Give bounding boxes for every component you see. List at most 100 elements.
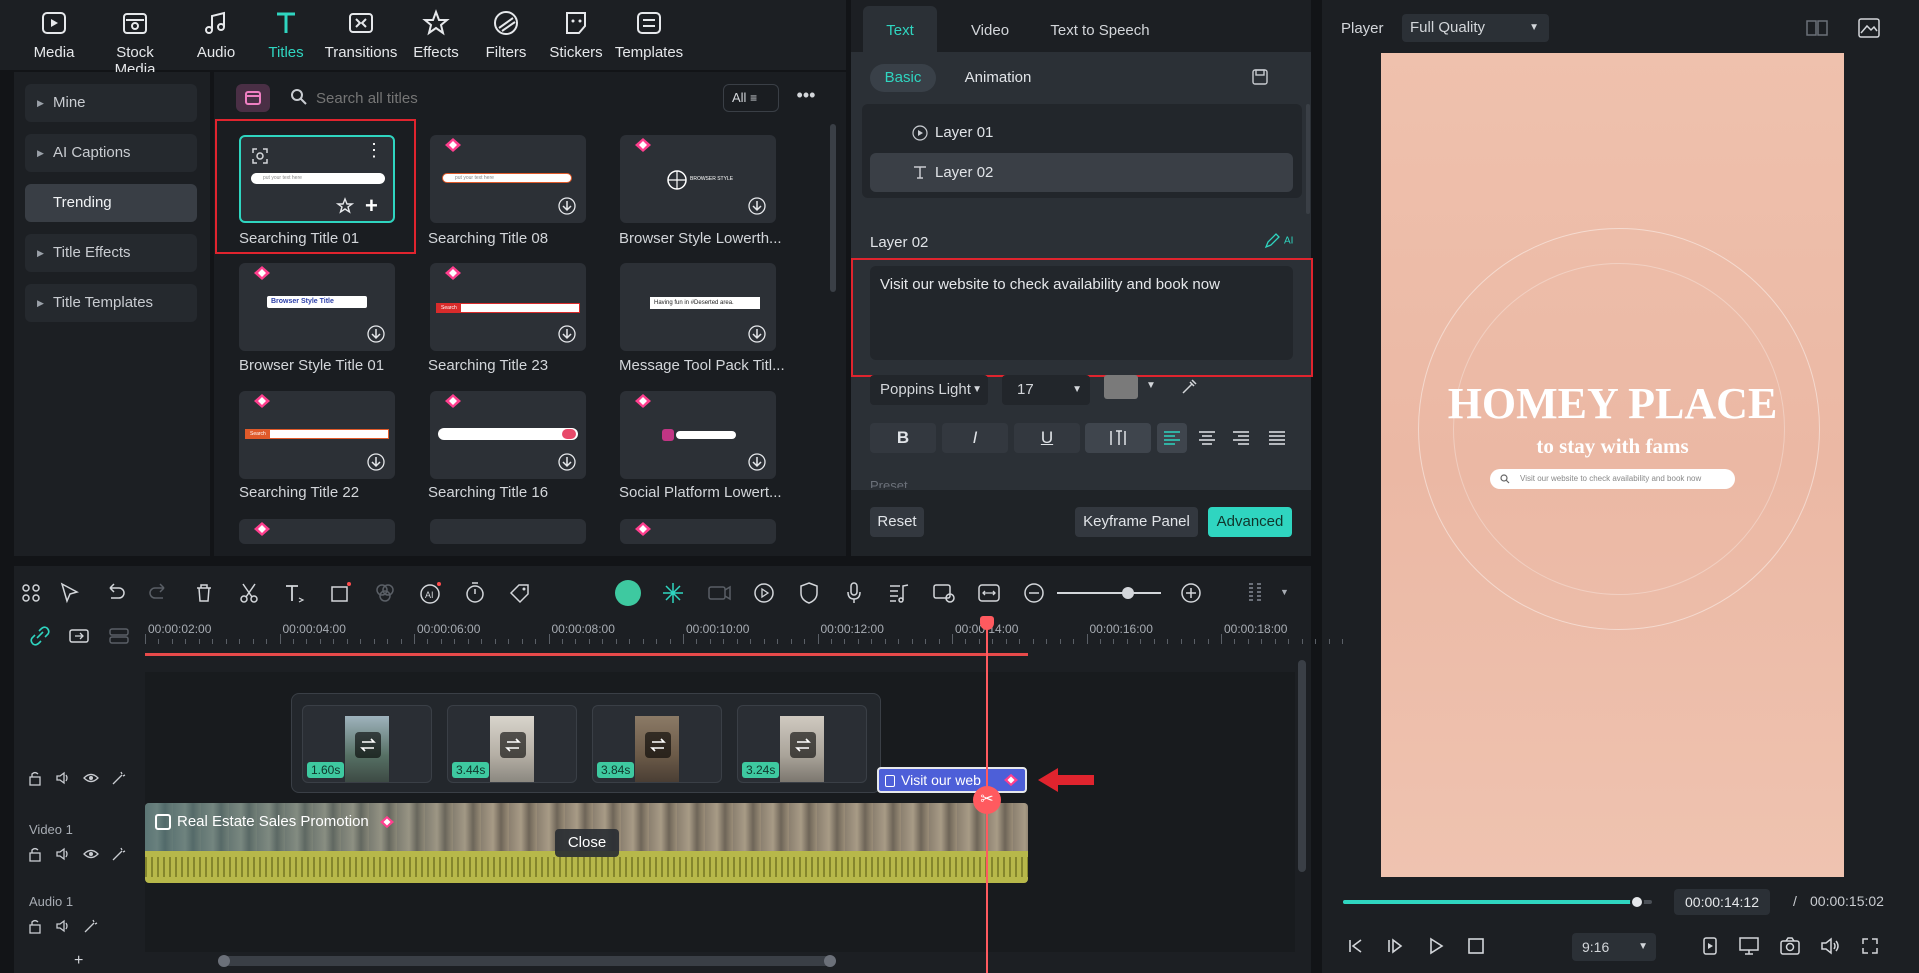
snapshot-icon[interactable] xyxy=(1779,936,1801,956)
layout-grid-icon[interactable] xyxy=(18,580,44,606)
chevron-down-icon[interactable]: ▼ xyxy=(1280,587,1289,597)
magic-wand-icon[interactable] xyxy=(111,770,127,786)
playback-progress-knob[interactable] xyxy=(1629,895,1644,909)
title-thumb-partial[interactable] xyxy=(620,519,776,544)
category-trending[interactable]: Trending xyxy=(25,184,197,222)
auto-reframe-icon[interactable] xyxy=(706,580,732,606)
play-icon[interactable] xyxy=(1426,936,1446,956)
category-title-effects[interactable]: ▶ Title Effects xyxy=(25,234,197,272)
previous-frame-icon[interactable] xyxy=(1345,936,1365,956)
clip-thumb-2[interactable]: 3.44s xyxy=(447,705,577,783)
italic-button[interactable]: I xyxy=(942,423,1008,453)
timeline-horizontal-scrollbar[interactable] xyxy=(218,955,836,967)
download-icon[interactable] xyxy=(558,325,576,343)
keyframe-panel-button[interactable]: Keyframe Panel xyxy=(1075,507,1198,537)
aspect-ratio-select[interactable]: 9:16 ▼ xyxy=(1572,933,1656,961)
clip-thumb-3[interactable]: 3.84s xyxy=(592,705,722,783)
title-thumb-message-tool-pack[interactable]: Having fun in #Deserted area. xyxy=(620,263,776,351)
save-preset-icon[interactable] xyxy=(1251,68,1269,86)
zoom-slider-knob[interactable] xyxy=(1122,587,1134,599)
split-scissors-button[interactable]: ✂ xyxy=(973,786,1001,814)
keyframe-tag-icon[interactable] xyxy=(507,580,533,606)
advanced-button[interactable]: Advanced xyxy=(1208,507,1292,537)
monitor-icon[interactable] xyxy=(1738,936,1760,956)
fullscreen-icon[interactable] xyxy=(1860,936,1880,956)
eye-icon[interactable] xyxy=(83,770,99,786)
audio-mixer-icon[interactable] xyxy=(886,580,912,606)
split-scissors-icon[interactable] xyxy=(236,580,262,606)
toolbar-templates[interactable]: Templates xyxy=(609,8,689,61)
subtab-basic[interactable]: Basic xyxy=(870,64,936,92)
align-center-button[interactable] xyxy=(1192,423,1222,453)
zoom-slider[interactable] xyxy=(1057,587,1161,599)
download-icon[interactable] xyxy=(558,197,576,215)
tab-video[interactable]: Video xyxy=(955,6,1025,52)
underline-button[interactable]: U xyxy=(1014,423,1080,453)
category-title-templates[interactable]: ▶ Title Templates xyxy=(25,284,197,322)
toolbar-transitions[interactable]: Transitions xyxy=(321,8,401,61)
toolbar-effects[interactable]: Effects xyxy=(396,8,476,61)
magic-wand-icon[interactable] xyxy=(83,918,99,934)
toolbar-titles[interactable]: Titles xyxy=(246,8,326,61)
snap-icon[interactable] xyxy=(660,580,686,606)
align-right-button[interactable] xyxy=(1226,423,1256,453)
toolbar-stickers[interactable]: Stickers xyxy=(536,8,616,61)
title-thumb-partial[interactable] xyxy=(239,519,395,544)
font-family-select[interactable]: Poppins Light ▼ xyxy=(870,375,988,405)
filter-all-button[interactable]: All ≡ xyxy=(723,84,779,112)
undo-icon[interactable] xyxy=(102,580,128,606)
quality-select[interactable]: Full Quality ▼ xyxy=(1402,14,1549,42)
download-icon[interactable] xyxy=(367,453,385,471)
image-icon[interactable] xyxy=(1857,17,1881,39)
ai-edit-icon[interactable]: AI xyxy=(1264,233,1293,249)
timeline-settings-icon[interactable] xyxy=(1242,580,1268,606)
toolbar-media[interactable]: Media xyxy=(14,8,94,61)
bold-button[interactable]: B xyxy=(870,423,936,453)
title-thumb-browser-lowerthird[interactable]: BROWSER STYLE xyxy=(620,135,776,223)
title-thumb-searching-08[interactable]: put your text here xyxy=(430,135,586,223)
timeline-ruler[interactable]: 00:00:02:00 00:00:04:00 00:00:06:00 00:00:0… xyxy=(145,616,1344,650)
font-color-swatch[interactable] xyxy=(1104,375,1138,399)
reset-button[interactable]: Reset xyxy=(870,507,924,537)
color-match-icon[interactable] xyxy=(372,580,398,606)
video-preview[interactable]: HOMEY PLACE to stay with fams Visit our … xyxy=(1381,53,1844,877)
align-left-button[interactable] xyxy=(1157,423,1187,453)
speed-timer-icon[interactable] xyxy=(462,580,488,606)
select-tool-icon[interactable] xyxy=(57,580,83,606)
zoom-out-icon[interactable] xyxy=(1021,580,1047,606)
shield-icon[interactable] xyxy=(796,580,822,606)
subtab-animation[interactable]: Animation xyxy=(953,64,1043,92)
clip-thumb-1[interactable]: 1.60s xyxy=(302,705,432,783)
chevron-down-icon[interactable]: ▼ xyxy=(1146,380,1156,391)
stop-icon[interactable] xyxy=(1466,936,1486,956)
toolbar-filters[interactable]: Filters xyxy=(466,8,546,61)
text-tool-icon[interactable] xyxy=(281,580,307,606)
title-thumb-searching-23[interactable]: Search xyxy=(430,263,586,351)
toolbar-stock-media[interactable]: Stock Media xyxy=(95,8,175,78)
more-options-button[interactable]: ••• xyxy=(792,84,820,112)
microphone-icon[interactable] xyxy=(841,580,867,606)
toolbar-audio[interactable]: Audio xyxy=(176,8,256,61)
title-clip[interactable]: Visit our web xyxy=(877,767,1027,793)
title-thumb-searching-16[interactable] xyxy=(430,391,586,479)
title-thumb-partial[interactable] xyxy=(430,519,586,544)
eyedropper-icon[interactable] xyxy=(1180,378,1198,396)
close-button[interactable]: Close xyxy=(555,829,619,857)
zoom-in-icon[interactable] xyxy=(1178,580,1204,606)
title-thumb-searching-22[interactable]: Search xyxy=(239,391,395,479)
playback-progress-track[interactable] xyxy=(1343,895,1652,909)
font-size-select[interactable]: 17 ▼ xyxy=(1002,375,1090,405)
layer-item-02[interactable]: Layer 02 xyxy=(870,153,1293,192)
download-icon[interactable] xyxy=(367,325,385,343)
mark-in-icon[interactable] xyxy=(1700,936,1720,956)
tab-text-to-speech[interactable]: Text to Speech xyxy=(1040,6,1160,52)
volume-icon[interactable] xyxy=(1819,936,1841,956)
category-ai-captions[interactable]: ▶ AI Captions xyxy=(25,134,197,172)
speaker-icon[interactable] xyxy=(55,918,71,934)
category-mine[interactable]: ▶ Mine xyxy=(25,84,197,122)
download-icon[interactable] xyxy=(748,325,766,343)
download-icon[interactable] xyxy=(558,453,576,471)
download-icon[interactable] xyxy=(748,453,766,471)
layer-item-01[interactable]: Layer 01 xyxy=(912,120,1112,146)
crop-icon[interactable] xyxy=(327,580,353,606)
